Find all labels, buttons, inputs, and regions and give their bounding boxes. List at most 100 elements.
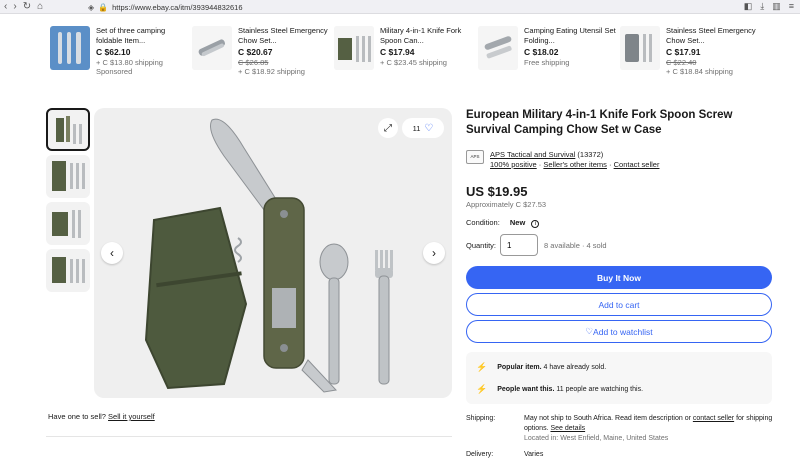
thumbnail[interactable] xyxy=(46,108,90,151)
chevron-right-icon: › xyxy=(432,246,436,260)
item-image xyxy=(334,26,374,70)
item-title[interactable]: Stainless Steel Emergency Chow Set... xyxy=(666,26,762,45)
item-location: Located in: West Enfield, Maine, United … xyxy=(524,435,669,442)
seller-positive-link[interactable]: 100% positive xyxy=(490,160,537,169)
item-price: US $19.95 xyxy=(466,184,528,199)
see-details-link[interactable]: See details xyxy=(550,425,585,432)
item-shipping: Free shipping xyxy=(524,57,570,67)
carousel-item[interactable]: Camping Eating Utensil Set Folding... C … xyxy=(478,26,620,98)
expand-icon: ⤢ xyxy=(384,122,392,134)
home-icon[interactable]: ⌂ xyxy=(37,1,43,12)
carousel-item[interactable]: Stainless Steel Emergency Chow Set... C … xyxy=(192,26,334,98)
item-title[interactable]: Camping Eating Utensil Set Folding... xyxy=(524,26,620,45)
people-want-bold: People want this. xyxy=(497,386,555,393)
back-icon[interactable]: ‹ xyxy=(4,1,7,12)
browser-toolbar: ‹ › ↻ ⌂ ◈ 🔒 https://www.ebay.ca/itm/3939… xyxy=(0,0,800,14)
popular-item-row: ⚡ Popular item. 4 have already sold. xyxy=(476,362,606,373)
item-image xyxy=(478,26,518,70)
info-icon[interactable]: i xyxy=(531,220,540,228)
item-price: C $18.02 xyxy=(524,47,559,57)
separator: · xyxy=(609,160,612,169)
quantity-row: Quantity: 8 available · 4 sold xyxy=(466,234,607,256)
item-shipping: + C $23.45 shipping xyxy=(380,57,447,67)
people-want-text: 11 people are watching this. xyxy=(556,386,644,393)
item-price: C $17.91 xyxy=(666,47,701,57)
previous-image-button[interactable]: ‹ xyxy=(101,242,123,264)
condition-label: Condition: xyxy=(466,218,500,227)
item-image xyxy=(50,26,90,70)
product-photo xyxy=(144,118,393,393)
promo-box: ⚡ Popular item. 4 have already sold. ⚡ P… xyxy=(466,352,772,404)
next-image-button[interactable]: › xyxy=(423,242,445,264)
condition-row: Condition: New i xyxy=(466,218,540,228)
item-old-price: C $26.85 xyxy=(238,57,269,67)
carousel-item[interactable]: Military 4-in-1 Knife Fork Spoon Can... … xyxy=(334,26,476,98)
availability-text: 8 available · 4 sold xyxy=(544,240,607,250)
seller-name-link[interactable]: APS Tactical and Survival xyxy=(490,150,575,159)
popular-item-bold: Popular item. xyxy=(497,364,542,371)
divider xyxy=(46,436,452,437)
item-shipping: + C $18.92 shipping xyxy=(238,67,305,76)
buy-it-now-button[interactable]: Buy It Now xyxy=(466,266,772,289)
pocket-icon[interactable]: ◧ xyxy=(744,1,753,12)
item-old-price: C $22.40 xyxy=(666,57,697,67)
address-bar[interactable]: ◈ 🔒 https://www.ebay.ca/itm/393944832616 xyxy=(88,1,688,13)
seller-logo[interactable]: APS xyxy=(466,150,484,164)
seller-feedback-count: (13372) xyxy=(577,150,604,159)
delivery-value: Varies xyxy=(524,451,544,458)
people-want-row: ⚡ People want this. 11 people are watchi… xyxy=(476,384,643,395)
contact-seller-link[interactable]: Contact seller xyxy=(614,160,660,169)
thumbnail[interactable] xyxy=(46,155,90,198)
watch-count: 11 xyxy=(412,123,421,133)
shipping-label: Shipping: xyxy=(466,415,496,422)
forward-icon[interactable]: › xyxy=(13,1,16,12)
item-title[interactable]: Military 4-in-1 Knife Fork Spoon Can... xyxy=(380,26,476,45)
approx-price: Approximately C $27.53 xyxy=(466,200,547,209)
expand-image-button[interactable]: ⤢ xyxy=(378,118,398,138)
delivery-row: Delivery: Varies xyxy=(466,451,543,458)
item-title[interactable]: Set of three camping foldable Item... xyxy=(96,26,192,45)
delivery-label: Delivery: xyxy=(466,451,494,458)
add-to-watchlist-button[interactable]: ♡ Add to watchlist xyxy=(466,320,772,343)
lock-icon: 🔒 xyxy=(98,2,109,12)
thumbnail[interactable] xyxy=(46,202,90,245)
menu-icon[interactable]: ≡ xyxy=(789,1,794,12)
item-shipping: + C $18.84 shipping xyxy=(666,67,733,76)
item-title: European Military 4-in-1 Knife Fork Spoo… xyxy=(466,109,733,136)
item-title[interactable]: Stainless Steel Emergency Chow Set... xyxy=(238,26,334,45)
item-image xyxy=(192,26,232,70)
download-icon[interactable]: ⤓ xyxy=(760,1,764,12)
url-text: https://www.ebay.ca/itm/393944832616 xyxy=(112,2,243,12)
popular-item-text: 4 have already sold. xyxy=(543,364,607,371)
thumbnail[interactable] xyxy=(46,249,90,292)
item-shipping: + C $13.80 shipping xyxy=(96,57,163,67)
sell-prompt: Have one to sell? Sell it yourself xyxy=(48,412,155,421)
item-image xyxy=(620,26,660,70)
condition-value: New xyxy=(509,218,526,227)
seller-info: APS APS Tactical and Survival (13372) 10… xyxy=(466,150,659,170)
reload-icon[interactable]: ↻ xyxy=(23,1,31,12)
carousel-item[interactable]: Stainless Steel Emergency Chow Set... C … xyxy=(620,26,762,98)
add-to-cart-button[interactable]: Add to cart xyxy=(466,293,772,316)
heart-icon: ♡ xyxy=(424,122,434,134)
lightning-icon: ⚡ xyxy=(476,362,488,372)
library-icon[interactable]: ▥ xyxy=(772,1,781,12)
item-price: C $20.67 xyxy=(238,47,273,57)
add-to-watchlist-label: Add to watchlist xyxy=(593,326,653,337)
item-price: C $17.94 xyxy=(380,47,415,57)
chevron-left-icon: ‹ xyxy=(110,246,114,260)
carousel-item[interactable]: Set of three camping foldable Item... C … xyxy=(50,26,192,98)
similar-items-carousel: Set of three camping foldable Item... C … xyxy=(0,14,800,98)
seller-other-items-link[interactable]: Seller's other items xyxy=(543,160,607,169)
sell-it-yourself-link[interactable]: Sell it yourself xyxy=(108,412,155,421)
quantity-input[interactable] xyxy=(500,234,539,256)
sell-prompt-text: Have one to sell? xyxy=(48,412,106,421)
thumbnail-strip xyxy=(46,108,90,296)
shield-icon: ◈ xyxy=(88,2,95,12)
main-product-image[interactable]: ‹ › ⤢ 11 ♡ xyxy=(94,108,452,398)
sponsored-label: Sponsored xyxy=(96,67,133,76)
contact-seller-link[interactable]: contact seller xyxy=(693,415,734,422)
shipping-text: May not ship to South Africa. Read item … xyxy=(524,415,691,422)
lightning-icon: ⚡ xyxy=(476,384,488,394)
watch-count-button[interactable]: 11 ♡ xyxy=(402,118,444,138)
